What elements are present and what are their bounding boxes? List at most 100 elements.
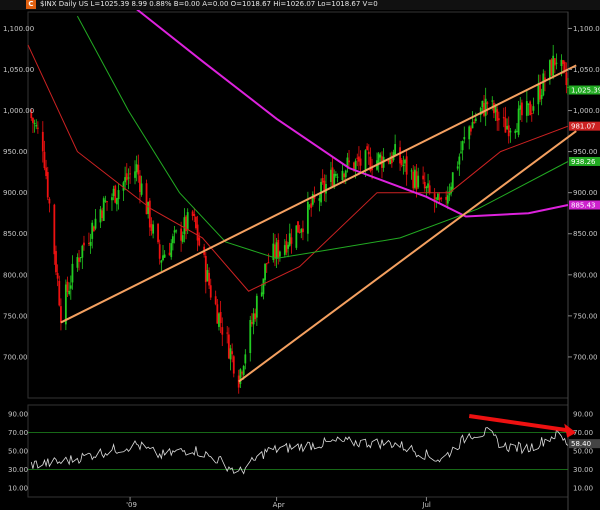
candle-body [71, 263, 74, 283]
candle-body [318, 198, 321, 201]
rsi-tick-label-left: 70.00 [8, 429, 28, 437]
candle-body [427, 183, 429, 188]
rsi-tick-label-left: 30.00 [8, 466, 28, 474]
price-tick-label: 900.00 [573, 189, 598, 197]
candle-body [68, 290, 71, 295]
candle-body [529, 101, 532, 116]
candle-body [389, 159, 392, 165]
candle-body [451, 172, 454, 190]
candle-body [36, 127, 39, 129]
candle-body [69, 285, 72, 289]
candle-body [252, 313, 255, 325]
price-tick-label-left: 1,000.00 [3, 107, 34, 115]
candle-body [297, 221, 299, 233]
candle-body [218, 313, 220, 327]
candle-body [191, 211, 194, 216]
candle-body [469, 127, 472, 132]
candle-body [229, 348, 232, 360]
candle-body [278, 251, 281, 257]
candle-body [486, 102, 489, 105]
rsi-tick-label: 90.00 [573, 411, 593, 419]
price-tick-label-left: 800.00 [3, 271, 28, 279]
candle-body [343, 173, 345, 178]
candle-body [117, 190, 120, 200]
candle-body [555, 62, 558, 64]
candle-body [377, 153, 380, 164]
candle-body [53, 204, 56, 255]
candle-body [410, 170, 413, 172]
candle-body [125, 173, 128, 181]
candle-body [43, 151, 46, 169]
candle-body [127, 177, 130, 179]
candle-body [129, 173, 131, 175]
candle-body [506, 126, 508, 130]
price-tick-label: 800.00 [573, 271, 598, 279]
candle-body [519, 105, 522, 110]
candle-body [553, 58, 556, 66]
candle-body [306, 201, 309, 234]
candle-body [214, 296, 217, 305]
price-tick-label-left: 1,100.00 [3, 25, 34, 33]
candle-body [206, 270, 209, 282]
price-tick-label-left: 750.00 [3, 312, 28, 320]
candle-body [484, 98, 487, 116]
candle-body [527, 103, 530, 105]
candle-body [41, 131, 44, 152]
candle-body [540, 95, 543, 99]
price-tick-label: 950.00 [573, 148, 598, 156]
candle-body [364, 150, 367, 170]
candle-body [400, 159, 403, 166]
candle-body [344, 170, 347, 178]
candle-body [502, 116, 505, 119]
rsi-tick-label-left: 10.00 [8, 484, 28, 492]
candle-body [221, 327, 224, 335]
candle-body [275, 242, 278, 259]
symbol-badge: C [26, 0, 36, 9]
candle-body [422, 175, 425, 180]
candle-body [446, 195, 449, 204]
candle-body [438, 197, 441, 201]
candle-body [497, 118, 500, 121]
candle-body [171, 236, 174, 244]
candle-body [99, 209, 102, 223]
price-tick-label: 750.00 [573, 312, 598, 320]
candle-body [567, 86, 569, 88]
candle-body [514, 130, 517, 134]
candle-body [366, 146, 369, 150]
candle-body [183, 217, 186, 235]
candle-body [106, 201, 108, 203]
quote-line: $INX Daily US L=1025.39 8.99 0.88% B=0.0… [40, 0, 378, 8]
candle-body [473, 121, 476, 123]
candle-body [111, 197, 113, 201]
candle-body [525, 101, 528, 116]
candle-body [359, 158, 362, 166]
candle-body [33, 122, 36, 124]
candle-body [308, 205, 311, 207]
ma-long-tag: 885.43 [571, 202, 596, 210]
ma-short-tag: 981.07 [571, 123, 596, 131]
price-tick-label: 1,100.00 [573, 25, 600, 33]
candle-body [491, 100, 494, 102]
candle-body [404, 159, 406, 164]
chart-frame [27, 11, 569, 510]
candle-body [367, 151, 370, 155]
candle-body [255, 295, 258, 318]
candle-body [310, 203, 313, 208]
candle-body [399, 147, 401, 164]
candle-body [336, 176, 339, 178]
candle-body [460, 151, 462, 153]
candle-body [274, 244, 276, 259]
candle-body [55, 251, 57, 273]
candle-body [562, 60, 564, 65]
candle-body [321, 177, 324, 183]
rsi-arrow-shaft [468, 414, 571, 433]
candle-body [415, 171, 418, 190]
moving-averages [27, 7, 569, 292]
candle-body [135, 164, 138, 173]
candle-body [112, 188, 115, 197]
candle-body [262, 278, 265, 295]
candle-body [92, 226, 95, 232]
candle-body [532, 106, 535, 111]
candle-body [140, 183, 143, 195]
candle-body [148, 200, 151, 228]
